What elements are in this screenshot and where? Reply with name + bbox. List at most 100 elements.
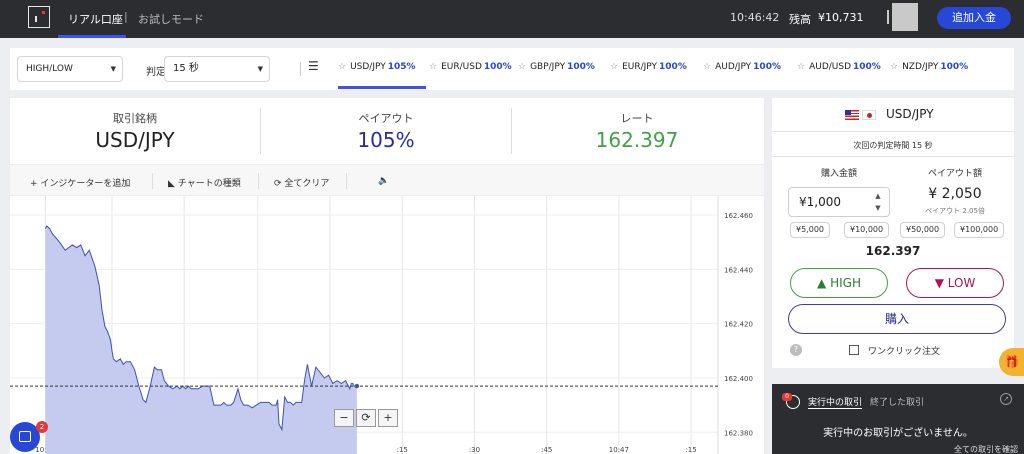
star-icon[interactable]: ☆: [703, 62, 711, 72]
divider: [258, 173, 259, 189]
judge-time-label: 判定: [146, 67, 166, 78]
pair-tab-usd-jpy[interactable]: ☆ USD/JPY 105%: [338, 62, 416, 72]
pair-name: EUR/USD: [441, 62, 482, 72]
star-icon[interactable]: ☆: [338, 62, 346, 72]
pair-tab-gbp-jpy[interactable]: ☆ GBP/JPY 100%: [518, 62, 595, 72]
jp-flag-icon: [862, 110, 876, 120]
chat-icon: [19, 431, 31, 442]
rate-label: レート: [620, 112, 654, 125]
pair-name: USD/JPY: [350, 62, 386, 72]
us-flag-icon: [845, 110, 859, 120]
star-icon[interactable]: ☆: [429, 62, 437, 72]
rate-value: 162.397: [595, 128, 679, 152]
one-click-checkbox[interactable]: [849, 345, 859, 355]
chevron-down-icon: ▼: [257, 65, 263, 73]
star-icon[interactable]: ☆: [890, 62, 898, 72]
chart-panel: 取引銘柄 USD/JPY ペイアウト 105% レート 162.397 + イン…: [10, 98, 764, 454]
zoom-out-button[interactable]: −: [334, 409, 354, 427]
y-tick-label: 162.400: [724, 375, 753, 383]
pair-tab-eur-jpy[interactable]: ☆ EUR/JPY 100%: [610, 62, 687, 72]
payout-label: ペイアウト: [358, 112, 414, 125]
tab-closed-trades[interactable]: 終了した取引: [870, 395, 924, 408]
chevron-up-icon[interactable]: ▲: [873, 190, 883, 202]
chart-toolbar: + インジケーターを追加 ◣ チャートの種類 ⟳ 全てクリア 🔈: [10, 164, 764, 196]
amount-input[interactable]: ¥1,000 ▲ ▼: [788, 187, 890, 217]
amount-value: ¥1,000: [799, 195, 841, 209]
judge-time-select[interactable]: 15 秒 ▼: [164, 56, 270, 82]
top-bar: リアル口座 | お試しモード 10:46:42 残高 ¥10,731 追加入金: [0, 0, 1024, 38]
x-tick-label: 10:47: [609, 446, 629, 454]
trade-panel: USD/JPY 次回の判定時間 15 秒 購入金額 ペイアウト額 ¥1,000 …: [772, 98, 1014, 368]
y-tick-label: 162.460: [724, 212, 753, 220]
sound-icon[interactable]: 🔈: [378, 176, 389, 186]
active-account-indicator: [58, 35, 126, 38]
payout-amount-label: ペイアウト額: [927, 169, 982, 179]
chart-type-label: チャートの種類: [177, 179, 241, 189]
high-button[interactable]: ▲ HIGH: [790, 268, 888, 298]
chat-badge: 2: [36, 421, 48, 433]
next-judge-time: 次回の判定時間 15 秒: [853, 141, 933, 150]
trade-rate: 162.397: [865, 244, 921, 258]
help-icon[interactable]: ?: [790, 344, 802, 356]
tab-demo-mode[interactable]: お試しモード: [138, 11, 204, 27]
server-clock: 10:46:42: [730, 11, 780, 24]
star-icon[interactable]: ☆: [797, 62, 805, 72]
divider: [772, 156, 1014, 157]
pair-payout: 100%: [940, 62, 969, 72]
plus-icon: +: [30, 179, 41, 189]
selector-bar: HIGH/LOW ▼ 判定 15 秒 ▼ ☰ ☆ USD/JPY 105% ☆ EUR…: [10, 48, 1014, 90]
preset-50000-button[interactable]: ¥50,000: [900, 222, 946, 238]
high-label: HIGH: [830, 276, 861, 290]
trades-icon: 0: [782, 393, 802, 411]
pair-name: AUD/USD: [809, 62, 852, 72]
divider: [152, 173, 153, 189]
star-icon[interactable]: ☆: [610, 62, 618, 72]
tab-real-account[interactable]: リアル口座: [68, 11, 123, 27]
y-tick-label: 162.440: [724, 266, 753, 274]
buy-button[interactable]: 購入: [788, 304, 1006, 334]
symbol-label: 取引銘柄: [113, 112, 157, 125]
price-area-series: [45, 225, 357, 454]
pair-payout: 100%: [567, 62, 595, 72]
list-menu-icon[interactable]: ☰: [308, 60, 320, 72]
payout-info: ペイアウト 105%: [261, 98, 511, 164]
trade-mode-select[interactable]: HIGH/LOW ▼: [17, 56, 123, 82]
pair-payout: 105%: [387, 62, 416, 72]
trades-count-badge: 0: [782, 393, 792, 401]
view-all-trades-link[interactable]: 全ての取引を確認: [954, 444, 1018, 454]
preset-10000-button[interactable]: ¥10,000: [844, 222, 890, 238]
brand-logo-icon[interactable]: [28, 6, 50, 28]
external-link-icon[interactable]: ↗: [1000, 393, 1012, 405]
star-icon[interactable]: ☆: [518, 62, 526, 72]
pair-payout: 100%: [853, 62, 881, 72]
divider: [300, 62, 301, 76]
chart-type-icon: ◣: [168, 179, 178, 189]
zoom-in-button[interactable]: +: [378, 409, 398, 427]
pair-payout: 100%: [659, 62, 687, 72]
preset-100000-button[interactable]: ¥100,000: [954, 222, 1005, 238]
zoom-reset-button[interactable]: ⟳: [356, 409, 376, 427]
gift-icon[interactable]: 🎁: [999, 348, 1024, 376]
pair-tab-aud-jpy[interactable]: ☆ AUD/JPY 100%: [703, 62, 781, 72]
tab-active-trades[interactable]: 実行中の取引: [808, 395, 862, 408]
refresh-icon: ⟳: [274, 179, 285, 189]
chevron-down-icon: ▼: [110, 65, 116, 73]
payout-multiplier: ペイアウト 2.05倍: [925, 207, 985, 215]
one-click-label: ワンクリック注文: [868, 347, 941, 357]
amount-stepper[interactable]: ▲ ▼: [873, 190, 883, 214]
preset-5000-button[interactable]: ¥5,000: [790, 222, 830, 238]
pair-tab-nzd-jpy[interactable]: ☆ NZD/JPY 100%: [890, 62, 968, 72]
low-button[interactable]: ▼ LOW: [906, 268, 1004, 298]
symbol-info: 取引銘柄 USD/JPY: [10, 98, 260, 164]
chevron-down-icon[interactable]: ▼: [873, 202, 883, 214]
pair-tab-eur-usd[interactable]: ☆ EUR/USD 100%: [429, 62, 512, 72]
chart-type-button[interactable]: ◣ チャートの種類: [168, 176, 241, 189]
account-separator: |: [124, 10, 128, 23]
add-indicator-button[interactable]: + インジケーターを追加: [30, 176, 130, 189]
avatar[interactable]: [887, 3, 921, 31]
deposit-button[interactable]: 追加入金: [937, 7, 1011, 29]
pair-tab-aud-usd[interactable]: ☆ AUD/USD 100%: [797, 62, 881, 72]
clear-all-button[interactable]: ⟳ 全てクリア: [274, 176, 329, 189]
rate-info: レート 162.397: [512, 98, 762, 164]
active-pair-indicator: [338, 86, 426, 89]
